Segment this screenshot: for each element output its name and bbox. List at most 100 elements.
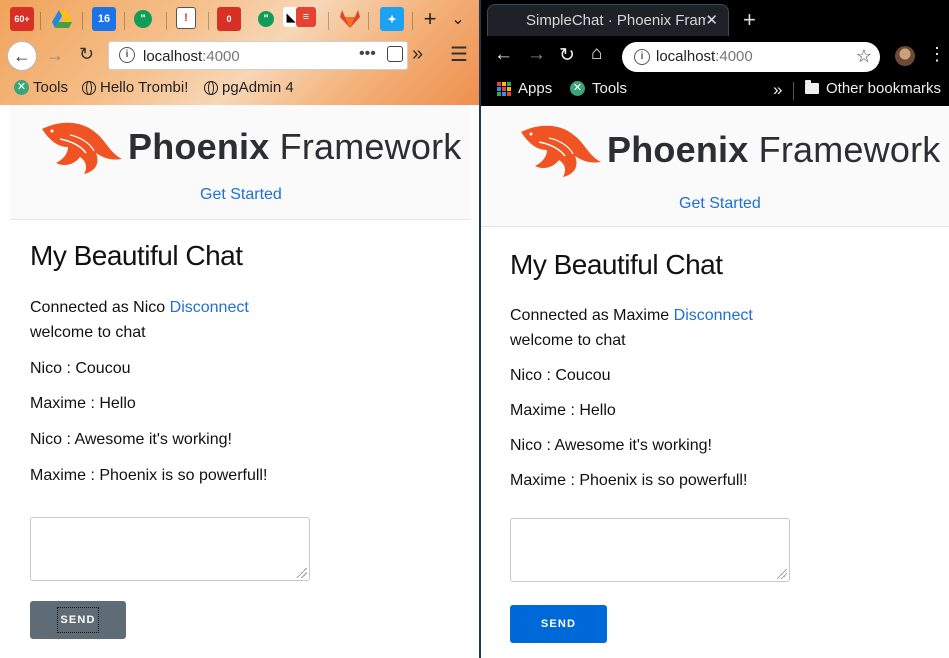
- page-actions-icon[interactable]: •••: [359, 45, 376, 63]
- chrome-window: SimpleChat · Phoenix Framework ✕ + ← → ↻…: [481, 0, 949, 658]
- get-started-link[interactable]: Get Started: [200, 186, 282, 204]
- bookmark-label: Tools: [33, 79, 69, 96]
- chat-message: Nico : Coucou: [30, 360, 131, 377]
- new-tab-icon[interactable]: +: [418, 6, 442, 31]
- bookmark-label: Tools: [592, 80, 628, 97]
- hamburger-menu-icon[interactable]: ☰: [450, 42, 468, 67]
- site-header: Phoenix Framework Get Started: [10, 105, 470, 220]
- drive-tab-icon[interactable]: [50, 7, 74, 31]
- brand-phoenix: Phoenix: [607, 129, 749, 170]
- phoenix-logo[interactable]: Phoenix Framework: [40, 119, 461, 175]
- globe-icon: [204, 80, 218, 95]
- connected-as-text: Connected as Nico: [30, 299, 166, 316]
- chrome-tab-simplechat[interactable]: SimpleChat · Phoenix Framework ✕: [487, 4, 729, 36]
- firefox-toolbar-area: 60+ 16 " ! 0 " ◣ ≡ ✦ + ⌄ ← → ↻ i localho…: [0, 0, 479, 105]
- phoenix-logo[interactable]: Phoenix Framework: [519, 120, 940, 180]
- bookmark-other-bookmarks[interactable]: Other bookmarks: [805, 80, 941, 97]
- gitlab-tab-icon[interactable]: [338, 7, 362, 31]
- todoist-tab-icon[interactable]: ≡: [296, 7, 316, 27]
- bookmarks-overflow-chevron-icon[interactable]: »: [773, 80, 782, 100]
- send-label: SEND: [540, 618, 577, 630]
- reload-icon[interactable]: ↻: [559, 44, 575, 67]
- firefox-url-bar[interactable]: i localhost:4000 •••: [108, 41, 408, 70]
- firefox-page: Phoenix Framework Get Started My Beautif…: [0, 105, 479, 658]
- message-textarea[interactable]: [30, 517, 310, 581]
- app-tab-icon[interactable]: !: [176, 7, 196, 29]
- welcome-message: welcome to chat: [510, 332, 626, 349]
- bookmark-label: Apps: [518, 80, 553, 97]
- welcome-message: welcome to chat: [30, 324, 146, 341]
- tab-close-icon[interactable]: ✕: [705, 11, 718, 29]
- chrome-page: Phoenix Framework Get Started My Beautif…: [481, 106, 949, 658]
- twitter-tab-icon[interactable]: ✦: [380, 7, 404, 31]
- forward-arrow-icon[interactable]: →: [527, 44, 546, 66]
- chrome-navbar: ← → ↻ ⌂ i localhost:4000 ☆ ⋮: [481, 40, 949, 74]
- message-textarea[interactable]: [510, 518, 790, 582]
- profile-avatar[interactable]: [895, 46, 915, 66]
- calendar-tab-icon[interactable]: 16: [92, 7, 116, 31]
- hangouts-tab-icon[interactable]: ": [134, 10, 152, 28]
- tab-title: SimpleChat · Phoenix Framework: [526, 12, 706, 29]
- kebab-menu-icon[interactable]: ⋮: [928, 44, 946, 65]
- overflow-chevron-icon[interactable]: »: [412, 43, 423, 66]
- chat-title: My Beautiful Chat: [510, 249, 723, 280]
- chrome-toolbar-area: SimpleChat · Phoenix Framework ✕ + ← → ↻…: [481, 0, 949, 106]
- bookmark-tools[interactable]: ✕ Tools: [570, 80, 627, 97]
- gmail-tab-icon[interactable]: 60+: [10, 7, 34, 31]
- reload-icon[interactable]: ↻: [79, 44, 94, 65]
- firefox-tab-strip: 60+ 16 " ! 0 " ◣ ≡ ✦ + ⌄: [0, 4, 479, 36]
- bookmark-star-icon[interactable]: ☆: [856, 46, 872, 67]
- disconnect-link[interactable]: Disconnect: [674, 307, 753, 324]
- tools-icon: ✕: [570, 81, 585, 96]
- chat-title: My Beautiful Chat: [30, 240, 243, 271]
- url-host: localhost: [143, 48, 203, 65]
- site-info-icon[interactable]: i: [119, 47, 135, 63]
- apps-grid-icon: [497, 81, 511, 96]
- send-label: SEND: [57, 607, 99, 633]
- chat-message: Maxime : Hello: [30, 395, 136, 412]
- get-started-link[interactable]: Get Started: [679, 195, 761, 213]
- send-button[interactable]: SEND: [510, 605, 607, 643]
- back-arrow-icon: ←: [13, 45, 31, 66]
- hangouts2-tab-icon[interactable]: ": [258, 11, 274, 27]
- gmail2-badge: 0: [226, 14, 232, 24]
- connection-status: Connected as Nico Disconnect: [30, 299, 249, 317]
- chat-message: Maxime : Phoenix is so powerfull!: [30, 467, 268, 484]
- brand-framework: Framework: [279, 126, 462, 167]
- gmail2-tab-icon[interactable]: 0: [217, 7, 241, 31]
- back-arrow-icon[interactable]: ←: [494, 44, 513, 66]
- send-button[interactable]: SEND: [30, 601, 126, 639]
- folder-icon: [805, 80, 819, 94]
- disconnect-link[interactable]: Disconnect: [170, 299, 249, 316]
- resize-grip-icon[interactable]: [777, 569, 787, 579]
- phoenix-bird-icon: [42, 122, 122, 174]
- site-info-icon[interactable]: i: [634, 49, 650, 65]
- calendar-day: 16: [97, 13, 111, 25]
- bookmark-apps[interactable]: Apps: [497, 80, 552, 97]
- new-tab-icon[interactable]: +: [743, 7, 756, 33]
- home-icon[interactable]: ⌂: [591, 43, 602, 65]
- bookmarks-separator: [793, 82, 794, 100]
- chat-message: Maxime : Hello: [510, 402, 616, 419]
- chat-message: Nico : Awesome it's working!: [30, 431, 232, 448]
- overflow-label: »: [773, 80, 783, 99]
- bookmark-hello-trombi[interactable]: Hello Trombi!: [82, 79, 188, 96]
- forward-arrow-icon[interactable]: →: [46, 45, 64, 66]
- resize-grip-icon[interactable]: [297, 568, 307, 578]
- chat-message: Nico : Coucou: [510, 367, 611, 384]
- site-header: Phoenix Framework Get Started: [481, 106, 949, 227]
- back-button[interactable]: ←: [7, 41, 37, 71]
- chrome-bookmarks-bar: Apps ✕ Tools » Other bookmarks: [481, 76, 949, 104]
- bookmark-pgadmin[interactable]: pgAdmin 4: [204, 79, 294, 96]
- bookmark-tools[interactable]: ✕ Tools: [14, 79, 68, 96]
- connection-status: Connected as Maxime Disconnect: [510, 307, 753, 325]
- tab-list-chevron-icon[interactable]: ⌄: [446, 7, 470, 31]
- chat-message: Maxime : Phoenix is so powerfull!: [510, 472, 748, 489]
- firefox-window: 60+ 16 " ! 0 " ◣ ≡ ✦ + ⌄ ← → ↻ i localho…: [0, 0, 479, 658]
- brand-phoenix: Phoenix: [128, 126, 270, 167]
- pocket-icon[interactable]: [387, 46, 403, 62]
- bookmark-label: Hello Trombi!: [100, 79, 189, 96]
- phoenix-bird-icon: [521, 125, 601, 177]
- chrome-url-bar[interactable]: i localhost:4000 ☆: [622, 42, 880, 72]
- url-port: :4000: [715, 48, 753, 65]
